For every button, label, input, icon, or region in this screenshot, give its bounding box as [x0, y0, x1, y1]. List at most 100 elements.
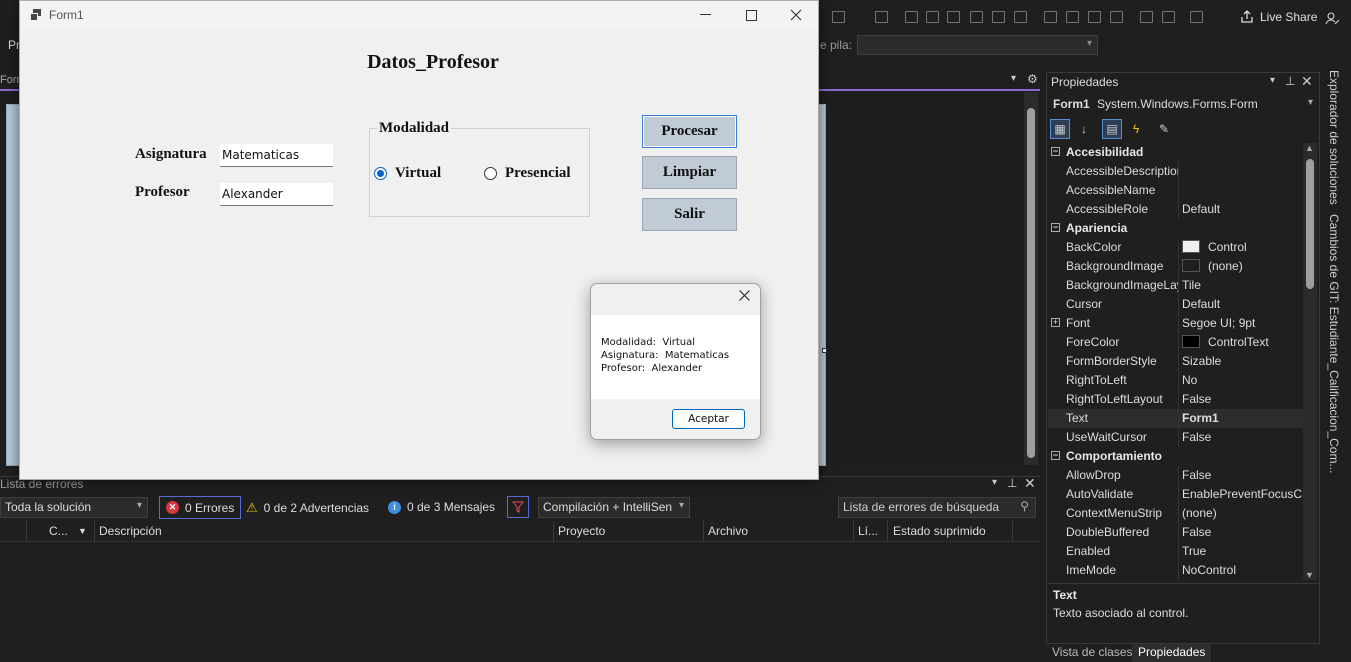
- property-value[interactable]: ControlText: [1182, 335, 1302, 349]
- collapse-icon[interactable]: −: [1051, 451, 1060, 460]
- property-row[interactable]: ForeColor ControlText: [1048, 333, 1303, 352]
- form1-titlebar[interactable]: Form1: [20, 1, 818, 29]
- column-code[interactable]: C...: [49, 524, 68, 538]
- spacing-icon[interactable]: [1140, 11, 1153, 23]
- grid-icon[interactable]: [1110, 11, 1123, 23]
- property-row[interactable]: AllowDrop False: [1048, 466, 1303, 485]
- salir-button[interactable]: Salir: [642, 198, 737, 231]
- toolbar-icon[interactable]: [875, 11, 888, 23]
- size-height-icon[interactable]: [1066, 11, 1079, 23]
- property-value[interactable]: True: [1182, 544, 1302, 558]
- live-share-button[interactable]: Live Share: [1240, 10, 1317, 24]
- property-row[interactable]: FormBorderStyle Sizable: [1048, 352, 1303, 371]
- asignatura-input[interactable]: Matematicas: [220, 144, 333, 167]
- property-row[interactable]: DoubleBuffered False: [1048, 523, 1303, 542]
- property-grid-scrollbar[interactable]: ▲ ▼: [1303, 143, 1317, 580]
- property-value[interactable]: False: [1182, 525, 1302, 539]
- collapse-icon[interactable]: −: [1051, 147, 1060, 156]
- property-row[interactable]: BackgroundImage (none): [1048, 257, 1303, 276]
- collapse-icon[interactable]: −: [1051, 223, 1060, 232]
- panel-dropdown-icon[interactable]: ▾: [992, 477, 997, 488]
- property-value[interactable]: NoControl: [1182, 563, 1302, 577]
- property-category[interactable]: − Apariencia: [1048, 219, 1303, 238]
- column-line[interactable]: Lí...: [858, 524, 878, 538]
- panel-dropdown-icon[interactable]: ▾: [1270, 75, 1275, 86]
- radio-virtual[interactable]: Virtual: [374, 165, 441, 182]
- spacing-icon[interactable]: [1162, 11, 1175, 23]
- property-value[interactable]: Control: [1182, 240, 1302, 254]
- size-width-icon[interactable]: [1044, 11, 1057, 23]
- events-icon[interactable]: ϟ: [1126, 119, 1146, 139]
- property-value[interactable]: EnablePreventFocusChange: [1182, 487, 1302, 501]
- filter-icon[interactable]: [507, 496, 529, 518]
- property-row[interactable]: Enabled True: [1048, 542, 1303, 561]
- property-value[interactable]: Tile: [1182, 278, 1302, 292]
- property-value[interactable]: False: [1182, 430, 1302, 444]
- property-value[interactable]: Default: [1182, 202, 1302, 216]
- property-row[interactable]: UseWaitCursor False: [1048, 428, 1303, 447]
- designer-scrollbar[interactable]: [1024, 92, 1038, 465]
- aceptar-button[interactable]: Aceptar: [672, 409, 745, 429]
- column-description[interactable]: Descripción: [99, 524, 162, 538]
- tab-class-view[interactable]: Vista de clases: [1046, 644, 1139, 662]
- git-changes-tab[interactable]: Cambios de GIT: Estudiante_Calificacion_…: [1327, 214, 1341, 473]
- property-row[interactable]: AccessibleRole Default: [1048, 200, 1303, 219]
- categorized-icon[interactable]: ▦: [1050, 119, 1070, 139]
- property-row[interactable]: BackColor Control: [1048, 238, 1303, 257]
- limpiar-button[interactable]: Limpiar: [642, 156, 737, 189]
- column-project[interactable]: Proyecto: [558, 524, 605, 538]
- column-file[interactable]: Archivo: [708, 524, 748, 538]
- align-top-icon[interactable]: [970, 11, 983, 23]
- align-left-icon[interactable]: [905, 11, 918, 23]
- alphabetical-icon[interactable]: ↓: [1074, 119, 1094, 139]
- stack-frame-combo[interactable]: [857, 35, 1098, 55]
- property-row[interactable]: ContextMenuStrip (none): [1048, 504, 1303, 523]
- tab-properties[interactable]: Propiedades: [1132, 644, 1212, 662]
- property-row[interactable]: Cursor Default: [1048, 295, 1303, 314]
- bring-front-icon[interactable]: [1190, 11, 1203, 23]
- property-value[interactable]: (none): [1182, 506, 1302, 520]
- panel-close-icon[interactable]: ✕: [1301, 73, 1313, 90]
- property-row[interactable]: AutoValidate EnablePreventFocusChange: [1048, 485, 1303, 504]
- property-row[interactable]: RightToLeft No: [1048, 371, 1303, 390]
- properties-icon[interactable]: ▤: [1102, 119, 1122, 139]
- align-right-icon[interactable]: [947, 11, 960, 23]
- property-value[interactable]: Sizable: [1182, 354, 1302, 368]
- scope-combo[interactable]: Toda la solución ▾: [0, 497, 148, 518]
- property-value[interactable]: False: [1182, 392, 1302, 406]
- align-middle-icon[interactable]: [992, 11, 1005, 23]
- panel-close-icon[interactable]: ✕: [1024, 475, 1036, 492]
- maximize-icon[interactable]: [728, 1, 774, 29]
- align-center-icon[interactable]: [926, 11, 939, 23]
- build-filter-combo[interactable]: Compilación + IntelliSen ▾: [538, 497, 690, 518]
- property-value[interactable]: Form1: [1182, 411, 1302, 425]
- object-selector[interactable]: Form1 System.Windows.Forms.Form ▾: [1048, 94, 1319, 114]
- settings-gear-icon[interactable]: ⚙: [1027, 72, 1038, 86]
- solution-explorer-tab[interactable]: Explorador de soluciones: [1327, 70, 1341, 205]
- minimize-icon[interactable]: [682, 1, 728, 29]
- property-category[interactable]: − Accesibilidad: [1048, 143, 1303, 162]
- expand-icon[interactable]: +: [1051, 318, 1060, 327]
- property-value[interactable]: False: [1182, 468, 1302, 482]
- property-category[interactable]: − Comportamiento: [1048, 447, 1303, 466]
- warnings-filter-button[interactable]: ⚠ 0 de 2 Advertencias: [246, 500, 369, 516]
- property-row[interactable]: BackgroundImageLayout Tile: [1048, 276, 1303, 295]
- property-value[interactable]: Segoe UI; 9pt: [1182, 316, 1302, 330]
- property-row[interactable]: AccessibleDescription: [1048, 162, 1303, 181]
- msgbox-close-icon[interactable]: [739, 290, 750, 304]
- resize-handle[interactable]: [822, 348, 827, 353]
- column-suppression[interactable]: Estado suprimido: [893, 524, 986, 538]
- messages-filter-button[interactable]: i 0 de 3 Mensajes: [388, 500, 495, 514]
- property-row[interactable]: ImeMode NoControl: [1048, 561, 1303, 580]
- pin-icon[interactable]: ⊥: [1007, 476, 1017, 490]
- property-row[interactable]: AccessibleName: [1048, 181, 1303, 200]
- property-value[interactable]: (none): [1182, 259, 1302, 273]
- procesar-button[interactable]: Procesar: [642, 115, 737, 148]
- property-row[interactable]: RightToLeftLayout False: [1048, 390, 1303, 409]
- tab-dropdown-icon[interactable]: ▾: [1011, 73, 1016, 84]
- profesor-input[interactable]: Alexander: [220, 183, 333, 206]
- property-pages-icon[interactable]: ✎: [1154, 119, 1174, 139]
- property-value[interactable]: Default: [1182, 297, 1302, 311]
- close-icon[interactable]: [773, 1, 819, 29]
- property-value[interactable]: No: [1182, 373, 1302, 387]
